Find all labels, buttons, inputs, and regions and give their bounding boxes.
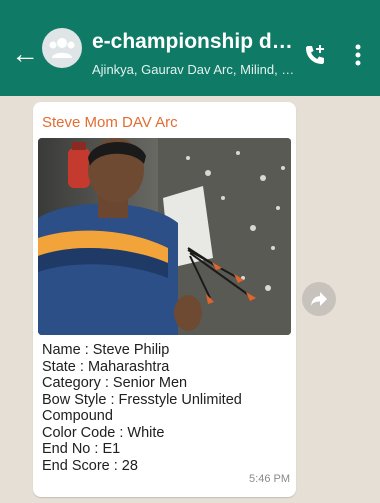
chat-title[interactable]: e-championship demo... <box>92 30 297 54</box>
archer-photo <box>38 138 291 335</box>
add-call-button[interactable] <box>300 40 330 70</box>
sender-name[interactable]: Steve Mom DAV Arc <box>42 114 178 131</box>
detail-line: Color Code : White <box>42 424 165 441</box>
detail-line: Name : Steve Philip <box>42 342 170 358</box>
chat-header: ← e-championship demo... Ajinkya, Gaurav… <box>0 0 380 96</box>
more-vertical-icon <box>355 44 361 66</box>
detail-line: Compound <box>42 408 113 424</box>
detail-line: End Score : 28 <box>42 457 138 474</box>
forward-arrow-icon <box>311 292 327 306</box>
detail-line: End No : E1 <box>42 441 121 457</box>
message-photo[interactable] <box>38 138 291 335</box>
add-call-icon <box>306 45 324 64</box>
forward-button[interactable] <box>302 282 336 316</box>
chat-area[interactable]: Steve Mom DAV Arc Name: Steve Philip St… <box>0 96 380 503</box>
message-timestamp: 5:46 PM <box>249 473 290 485</box>
detail-line: State : Maharashtra <box>42 358 170 375</box>
arrow-left-icon: ← <box>11 38 39 69</box>
group-avatar[interactable] <box>42 28 82 68</box>
chat-participants[interactable]: Ajinkya, Gaurav Dav Arc, Milind, P... <box>92 62 297 77</box>
group-avatar-icon <box>49 38 75 58</box>
detail-line: Category : Senior Men <box>42 375 188 391</box>
detail-line: Bow Style : Fresstyle Unlimited <box>42 391 242 408</box>
message-text[interactable]: Name : Steve Philip State : Maharashtra … <box>42 342 282 474</box>
message-bubble[interactable]: Steve Mom DAV Arc Name: Steve Philip St… <box>33 102 296 497</box>
more-options-button[interactable] <box>346 40 370 70</box>
back-button[interactable]: ← <box>10 36 40 72</box>
